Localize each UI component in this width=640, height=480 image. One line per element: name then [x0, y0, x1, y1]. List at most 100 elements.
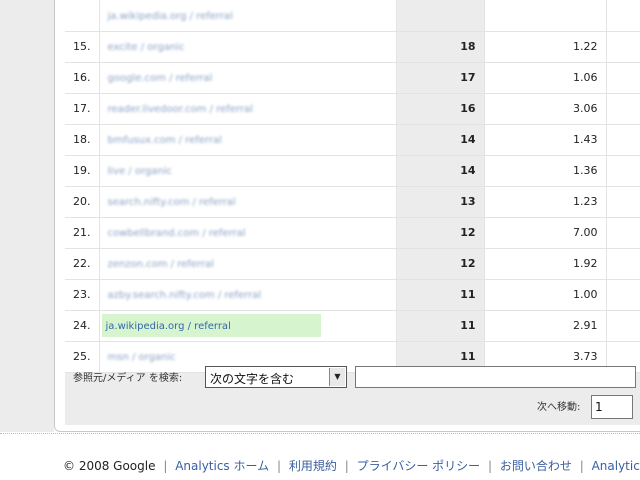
next-column-cell: [606, 62, 640, 94]
pages-per-visit-value: 3.06: [484, 93, 607, 125]
highlighted-source: ja.wikipedia.org / referral: [101, 314, 321, 337]
row-number: 15.: [65, 31, 100, 63]
visits-value: 18: [396, 31, 485, 63]
table-row: 24. ja.wikipedia.org / referral 11 2.91: [65, 310, 640, 342]
table-row: 19. live / organic 14 1.36: [65, 155, 640, 187]
next-column-cell: [606, 279, 640, 311]
source-cell: ja.wikipedia.org / referral: [99, 0, 397, 32]
row-number: 16.: [65, 62, 100, 94]
table-row: 16. google.com / referral 17 1.06: [65, 62, 640, 94]
footer-separator: |: [276, 459, 282, 473]
visits-value: 17: [396, 62, 485, 94]
table-row: 17. reader.livedoor.com / referral 16 3.06: [65, 93, 640, 125]
footer-link-contact[interactable]: お問い合わせ: [500, 459, 572, 473]
page-background: [0, 0, 54, 432]
next-column-cell: [606, 310, 640, 342]
pages-per-visit-value: 1.36: [484, 155, 607, 187]
footer-link-privacy[interactable]: プライバシー ポリシー: [357, 459, 481, 473]
next-column-cell: [606, 217, 640, 249]
filter-text-input[interactable]: [355, 366, 636, 388]
pages-per-visit-value: 2.91: [484, 310, 607, 342]
visits-value: 12: [396, 248, 485, 280]
source-medium-link[interactable]: bmfusux.com / referral: [108, 135, 222, 146]
row-number: 21.: [65, 217, 100, 249]
next-column-cell: [606, 248, 640, 280]
source-medium-link[interactable]: ja.wikipedia.org / referral: [108, 11, 233, 22]
table-filter-bar: 参照元/メディア を検索: 次の文字を含む ▼ 次へ移動: 1: [65, 364, 640, 420]
source-cell: reader.livedoor.com / referral: [99, 93, 397, 125]
table-row: 15. excite / organic 18 1.22: [65, 31, 640, 63]
footer-link-terms[interactable]: 利用規約: [289, 459, 337, 473]
source-cell: azby.search.nifty.com / referral: [99, 279, 397, 311]
table-row: 23. azby.search.nifty.com / referral 11 1.0…: [65, 279, 640, 311]
source-cell: search.nifty.com / referral: [99, 186, 397, 218]
next-column-cell: [606, 0, 640, 32]
source-medium-link[interactable]: search.nifty.com / referral: [108, 197, 236, 208]
table-row: ja.wikipedia.org / referral: [65, 0, 640, 32]
next-column-cell: [606, 93, 640, 125]
pages-per-visit-value: 1.22: [484, 31, 607, 63]
source-cell: bmfusux.com / referral: [99, 124, 397, 156]
goto-label: 次へ移動:: [537, 402, 581, 413]
pages-per-visit-value: 1.23: [484, 186, 607, 218]
footer-link-analytics-blog[interactable]: Analytics ブ: [592, 459, 640, 473]
source-medium-link[interactable]: ja.wikipedia.org / referral: [106, 321, 231, 332]
source-medium-link[interactable]: azby.search.nifty.com / referral: [108, 290, 262, 301]
row-number: 20.: [65, 186, 100, 218]
table-row: 22. zenzon.com / referral 12 1.92: [65, 248, 640, 280]
report-panel: ja.wikipedia.org / referral 15. excite / o…: [54, 0, 640, 432]
visits-value: 12: [396, 217, 485, 249]
table-row: 18. bmfusux.com / referral 14 1.43: [65, 124, 640, 156]
source-medium-link[interactable]: reader.livedoor.com / referral: [108, 104, 253, 115]
next-column-cell: [606, 186, 640, 218]
visits-value: 13: [396, 186, 485, 218]
filter-mode-value: 次の文字を含む: [210, 372, 295, 386]
source-cell: google.com / referral: [99, 62, 397, 94]
source-medium-link[interactable]: cowbellbrand.com / referral: [108, 228, 246, 239]
visits-value: 11: [396, 279, 485, 311]
row-number: [65, 0, 100, 32]
footer-separator: |: [487, 459, 493, 473]
footer-links: © 2008 Google | Analytics ホーム | 利用規約 | プ…: [63, 457, 640, 474]
source-cell: zenzon.com / referral: [99, 248, 397, 280]
source-medium-link[interactable]: excite / organic: [108, 42, 185, 53]
visits-value: 16: [396, 93, 485, 125]
table-row: 21. cowbellbrand.com / referral 12 7.00: [65, 217, 640, 249]
traffic-sources-table: ja.wikipedia.org / referral 15. excite / o…: [65, 0, 640, 373]
visits-value: 11: [396, 310, 485, 342]
row-number: 17.: [65, 93, 100, 125]
row-number: 24.: [65, 310, 100, 342]
next-column-cell: [606, 155, 640, 187]
footer-separator: |: [579, 459, 584, 473]
source-medium-link[interactable]: zenzon.com / referral: [108, 259, 214, 270]
footer-separator: |: [163, 459, 168, 473]
source-cell: live / organic: [99, 155, 397, 187]
pages-per-visit-value: 1.43: [484, 124, 607, 156]
row-number: 22.: [65, 248, 100, 280]
source-medium-link[interactable]: google.com / referral: [108, 73, 213, 84]
filter-mode-select[interactable]: 次の文字を含む ▼: [205, 366, 347, 388]
filter-label: 参照元/メディア を検索:: [73, 373, 183, 384]
row-number: 23.: [65, 279, 100, 311]
footer-link-analytics-home[interactable]: Analytics ホーム: [175, 459, 269, 473]
pages-per-visit-value: 1.00: [484, 279, 607, 311]
footer: © 2008 Google | Analytics ホーム | 利用規約 | プ…: [0, 433, 640, 480]
footer-separator: |: [344, 459, 349, 473]
visits-value: 14: [396, 124, 485, 156]
chevron-down-icon[interactable]: ▼: [329, 368, 345, 386]
source-cell: ja.wikipedia.org / referral: [99, 310, 397, 342]
source-medium-link[interactable]: live / organic: [108, 166, 173, 177]
pages-per-visit-value: 1.92: [484, 248, 607, 280]
row-number: 19.: [65, 155, 100, 187]
table-row: 20. search.nifty.com / referral 13 1.23: [65, 186, 640, 218]
source-cell: excite / organic: [99, 31, 397, 63]
goto-row-input[interactable]: 1: [591, 395, 633, 419]
row-number: 18.: [65, 124, 100, 156]
pages-per-visit-value: [484, 0, 607, 32]
pages-per-visit-value: 7.00: [484, 217, 607, 249]
visits-value: [396, 0, 485, 32]
next-column-cell: [606, 124, 640, 156]
copyright: © 2008 Google: [63, 459, 156, 473]
source-medium-link[interactable]: msn / organic: [108, 352, 176, 363]
pages-per-visit-value: 1.06: [484, 62, 607, 94]
